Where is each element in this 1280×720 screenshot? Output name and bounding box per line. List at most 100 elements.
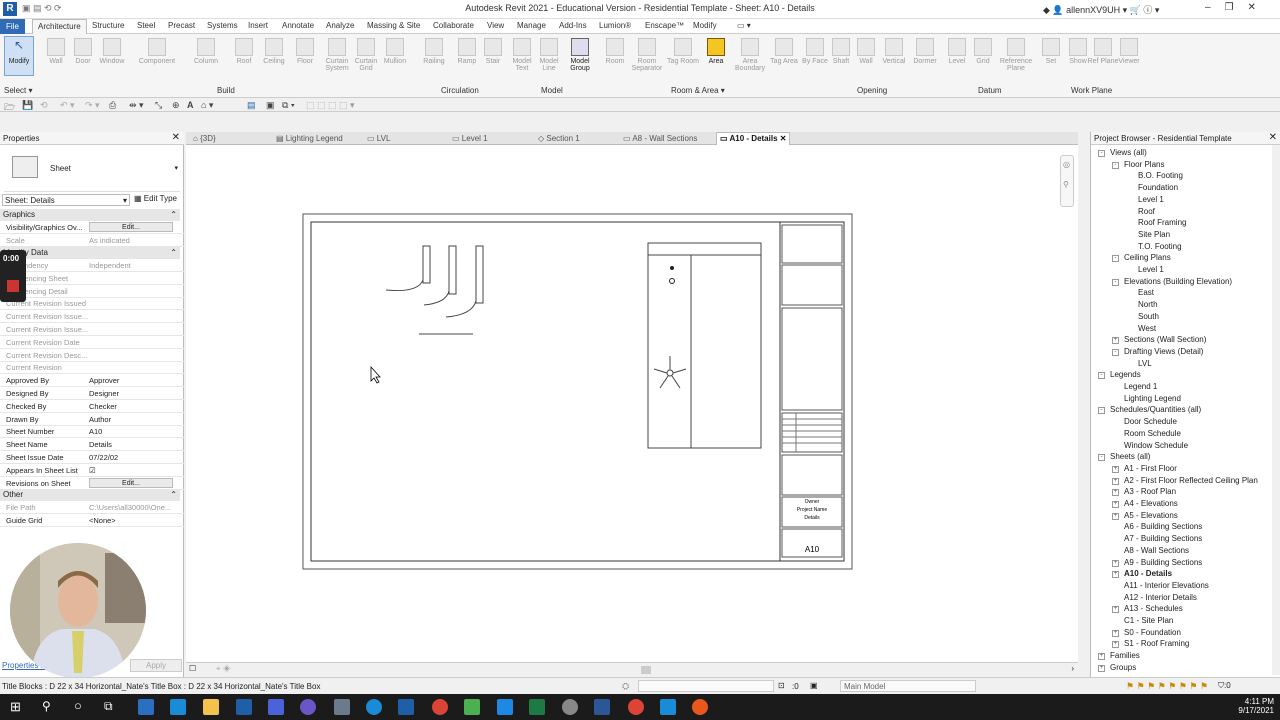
- browser-node[interactable]: Roof Framing: [1138, 218, 1186, 227]
- window-buttons[interactable]: –❐✕: [1205, 2, 1270, 13]
- expand-node-icon[interactable]: +: [1112, 489, 1119, 497]
- prop-value[interactable]: Checker: [89, 402, 179, 411]
- editable-only-icon[interactable]: ⊡: [778, 681, 785, 690]
- record-stop-icon[interactable]: [7, 280, 19, 292]
- recorder-widget[interactable]: 0:00: [0, 250, 26, 302]
- app-alt-icon[interactable]: [660, 699, 676, 715]
- browser-node[interactable]: S0 - Foundation: [1124, 628, 1181, 637]
- workset-selector[interactable]: [638, 680, 774, 692]
- browser-node[interactable]: A11 - Interior Elevations: [1124, 581, 1209, 590]
- navigation-bar[interactable]: ◎ ⚲: [1060, 155, 1074, 207]
- expand-node-icon[interactable]: +: [1098, 664, 1105, 672]
- browser-node[interactable]: Families: [1110, 651, 1140, 660]
- window-button[interactable]: Window: [96, 38, 128, 65]
- expand-node-icon[interactable]: +: [1112, 501, 1119, 508]
- outlook-icon[interactable]: [138, 699, 154, 715]
- cortana-icon[interactable]: ○: [74, 698, 82, 713]
- browser-node[interactable]: Floor Plans: [1124, 160, 1164, 169]
- text-icon[interactable]: A: [187, 100, 194, 110]
- sheet-drawing[interactable]: Owner Project Name Details A10: [186, 145, 1078, 662]
- tag-room-button[interactable]: Tag Room: [667, 38, 699, 65]
- view-tab-3d[interactable]: ⌂ {3D}: [190, 133, 219, 144]
- room-button[interactable]: Room: [599, 38, 631, 65]
- expand-node-icon[interactable]: +: [1112, 606, 1119, 614]
- panel-room-area[interactable]: Room & Area ▾: [671, 86, 725, 95]
- tab-view[interactable]: View: [487, 21, 504, 30]
- revit-taskbar-icon[interactable]: [236, 699, 252, 715]
- tab-systems[interactable]: Systems: [207, 21, 238, 30]
- browser-node[interactable]: S1 - Roof Framing: [1124, 639, 1189, 648]
- browser-node[interactable]: Roof: [1138, 207, 1155, 216]
- browser-node[interactable]: A12 - Interior Details: [1124, 593, 1197, 602]
- thin-lines-icon[interactable]: ▤: [247, 100, 256, 111]
- tab-manage[interactable]: Manage: [517, 21, 546, 30]
- ceiling-button[interactable]: Ceiling: [258, 38, 290, 65]
- component-button[interactable]: Component: [134, 38, 180, 65]
- railing-button[interactable]: Railing: [418, 38, 450, 65]
- column-button[interactable]: Column: [190, 38, 222, 65]
- tab-architecture[interactable]: Architecture: [32, 19, 87, 34]
- browser-node[interactable]: A6 - Building Sections: [1124, 522, 1202, 531]
- vertical-button[interactable]: Vertical: [878, 38, 910, 65]
- zoom-icon[interactable]: ⚲: [1063, 180, 1069, 189]
- zoom-app-icon[interactable]: [268, 699, 284, 715]
- tab-enscape[interactable]: Enscape™: [645, 21, 684, 30]
- scale-icon[interactable]: ☐: [189, 664, 196, 673]
- tab-massing-site[interactable]: Massing & Site: [367, 21, 420, 30]
- revit-alt-icon[interactable]: [398, 699, 414, 715]
- tab-annotate[interactable]: Annotate: [282, 21, 314, 30]
- roof-button[interactable]: Roof: [228, 38, 260, 65]
- contextual-tab-dropdown-icon[interactable]: ▭ ▾: [737, 21, 751, 30]
- close-tab-icon[interactable]: ✕: [780, 134, 787, 143]
- measure-icon[interactable]: ⇹ ▾: [129, 100, 144, 111]
- tab-analyze[interactable]: Analyze: [326, 21, 354, 30]
- close-inactive-icon[interactable]: ▣: [266, 100, 275, 111]
- prop-value[interactable]: Approver: [89, 376, 179, 385]
- floor-button[interactable]: Floor: [289, 38, 321, 65]
- browser-node[interactable]: Window Schedule: [1124, 441, 1188, 450]
- view-tab-section-1[interactable]: ◇ Section 1: [535, 133, 583, 144]
- expand-node-icon[interactable]: +: [1112, 629, 1119, 637]
- windows-start-icon[interactable]: ⊞: [10, 699, 21, 715]
- close-icon[interactable]: ✕: [172, 132, 180, 143]
- browser-node[interactable]: Sections (Wall Section): [1124, 335, 1206, 344]
- edge-alt-icon[interactable]: [366, 699, 382, 715]
- collapse-node-icon[interactable]: -: [1098, 372, 1105, 380]
- calculator-icon[interactable]: [334, 699, 350, 715]
- tag-icon[interactable]: ⊕: [172, 100, 180, 111]
- browser-node[interactable]: A8 - Wall Sections: [1124, 546, 1189, 555]
- tab-steel[interactable]: Steel: [137, 21, 155, 30]
- close-icon[interactable]: ✕: [1269, 132, 1277, 143]
- print-icon[interactable]: ⎙: [109, 100, 116, 111]
- view-tab-a8[interactable]: ▭ A8 - Wall Sections: [620, 133, 700, 144]
- switch-windows-icon[interactable]: ⧉ ▾: [282, 100, 295, 111]
- browser-node[interactable]: Sheets (all): [1110, 452, 1150, 461]
- browser-node[interactable]: A1 - First Floor: [1124, 464, 1177, 473]
- browser-node[interactable]: Level 1: [1138, 265, 1164, 274]
- viewer-button[interactable]: Viewer: [1113, 38, 1145, 65]
- open-icon[interactable]: 🗁: [4, 100, 15, 116]
- tab-add-ins[interactable]: Add-Ins: [559, 21, 587, 30]
- edit-type-button[interactable]: ▦ Edit Type: [134, 194, 177, 203]
- expand-node-icon[interactable]: +: [1112, 559, 1119, 567]
- excel-icon[interactable]: [529, 699, 545, 715]
- browser-node[interactable]: A4 - Elevations: [1124, 499, 1178, 508]
- tab-file[interactable]: File: [0, 19, 25, 34]
- browser-node[interactable]: Elevations (Building Elevation): [1124, 277, 1232, 286]
- tab-lumion[interactable]: Lumion®: [599, 21, 631, 30]
- prop-value[interactable]: <None>: [89, 516, 179, 525]
- expand-node-icon[interactable]: +: [1112, 337, 1119, 345]
- browser-node[interactable]: Legends: [1110, 370, 1141, 379]
- room-separator-button[interactable]: Room Separator: [630, 38, 664, 72]
- collapse-node-icon[interactable]: -: [1098, 407, 1105, 415]
- view-tab-lighting-legend[interactable]: ▤ Lighting Legend: [273, 133, 346, 144]
- tab-collaborate[interactable]: Collaborate: [433, 21, 474, 30]
- save-icon[interactable]: 💾: [22, 100, 33, 111]
- view-tab-lvl[interactable]: ▭ LVL: [364, 133, 393, 144]
- prop-value[interactable]: Author: [89, 415, 179, 424]
- customize-icons[interactable]: ⬚ ⬚ ⬚ ⬚ ▾: [306, 100, 355, 111]
- browser-node[interactable]: LVL: [1138, 359, 1152, 368]
- modify-button[interactable]: ↖ Modify: [3, 38, 35, 65]
- browser-node[interactable]: East: [1138, 288, 1154, 297]
- scroll-right-icon[interactable]: ›: [1071, 664, 1074, 673]
